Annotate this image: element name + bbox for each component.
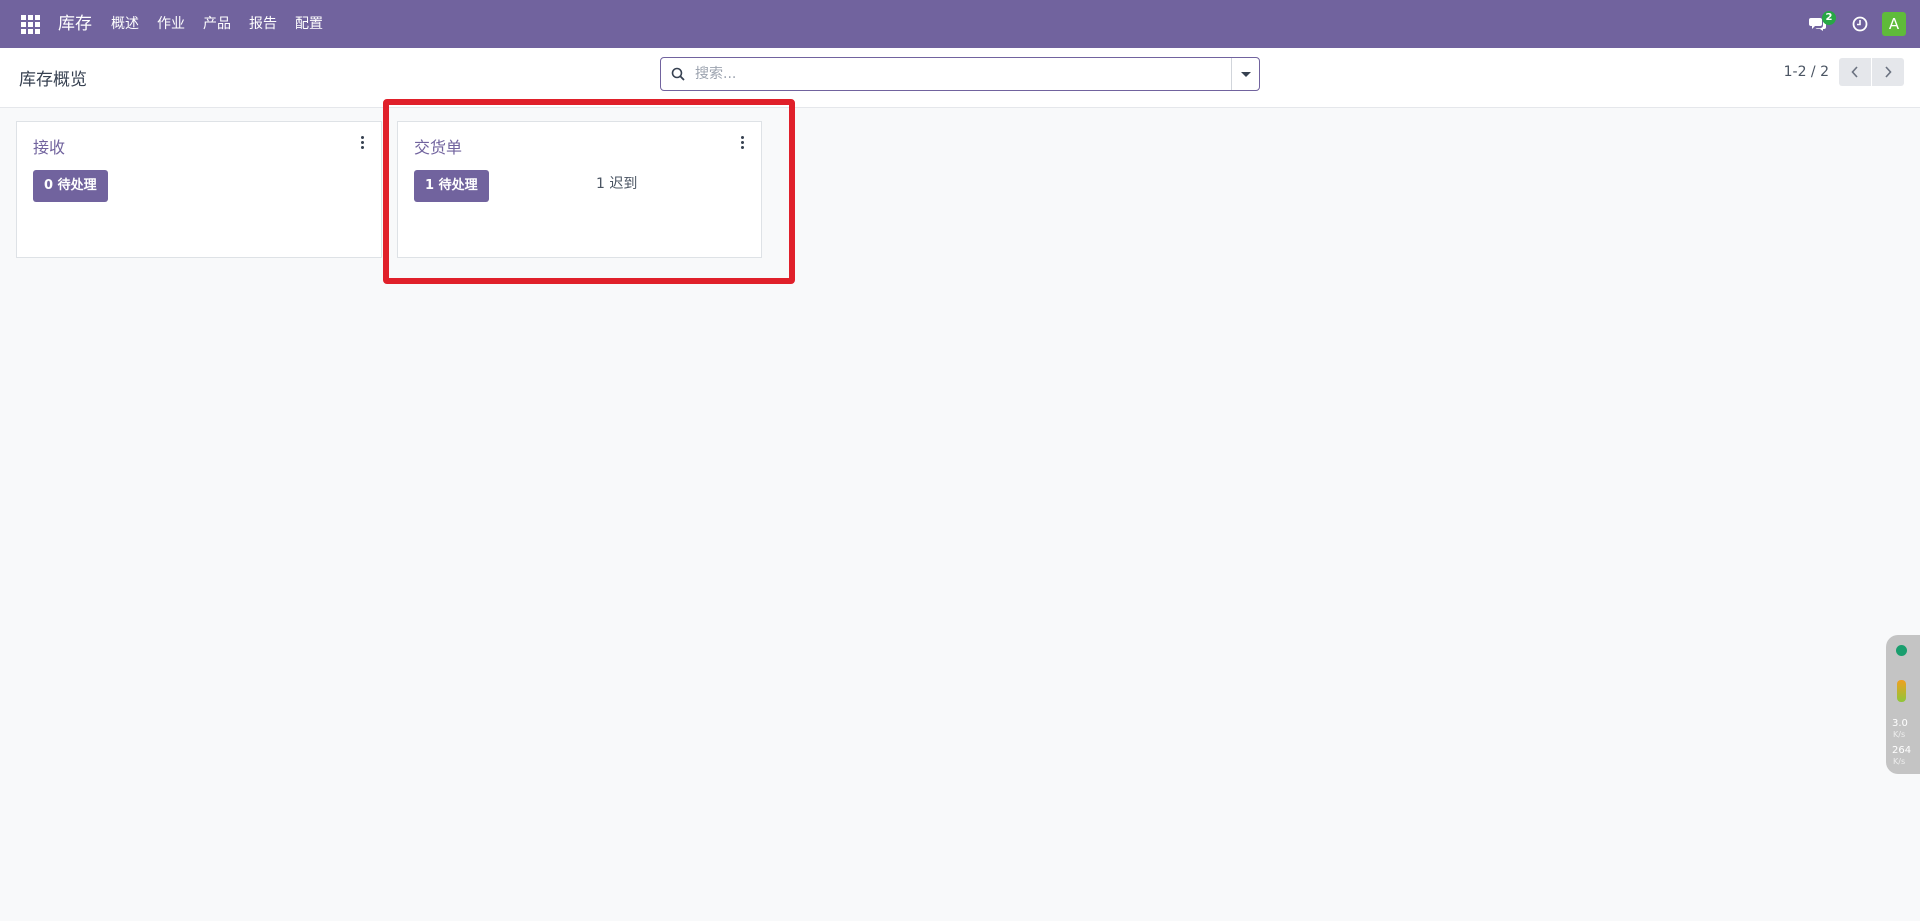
pager: 1-2 / 2 (1784, 58, 1904, 86)
card-menu-icon[interactable] (357, 134, 367, 150)
apps-grid-icon[interactable] (14, 8, 46, 40)
search-box (660, 57, 1260, 91)
upload-unit: K/s (1893, 730, 1906, 739)
clock-icon[interactable] (1846, 10, 1874, 38)
search-input[interactable] (695, 59, 1231, 89)
control-panel: 库存概览 1-2 / 2 (0, 48, 1920, 108)
kanban-card-delivery-orders: 交货单 1 待处理 1 迟到 (397, 121, 762, 258)
chat-icon[interactable]: 2 (1804, 10, 1836, 38)
to-process-button[interactable]: 0 待处理 (33, 170, 108, 202)
search-options-toggle[interactable] (1231, 58, 1259, 90)
usage-bar (1897, 680, 1906, 702)
menu-item-overview[interactable]: 概述 (102, 0, 148, 48)
page-title: 库存概览 (19, 70, 87, 90)
menu-item-configuration[interactable]: 配置 (286, 0, 332, 48)
card-menu-icon[interactable] (737, 134, 747, 150)
pager-next-button[interactable] (1872, 58, 1904, 86)
download-rate: 264 (1892, 745, 1912, 756)
user-avatar[interactable]: A (1882, 12, 1906, 36)
caret-down-icon (1240, 71, 1251, 77)
card-title[interactable]: 接收 (33, 134, 65, 158)
app-name[interactable]: 库存 (50, 0, 102, 48)
navbar-systray: 2 A (1804, 0, 1906, 48)
menu-item-reporting[interactable]: 报告 (240, 0, 286, 48)
card-title[interactable]: 交货单 (414, 134, 462, 158)
kanban-card-receipts: 接收 0 待处理 (16, 121, 382, 258)
network-speed-widget[interactable]: 3.0 K/s 264 K/s (1886, 635, 1920, 774)
pager-value[interactable]: 1-2 / 2 (1784, 64, 1829, 80)
to-process-button[interactable]: 1 待处理 (414, 170, 489, 202)
chevron-left-icon (1851, 66, 1858, 78)
search-icon (661, 58, 695, 90)
chevron-right-icon (1885, 66, 1892, 78)
top-navbar: 库存 概述 作业 产品 报告 配置 2 A (0, 0, 1920, 48)
menu-item-operations[interactable]: 作业 (148, 0, 194, 48)
status-dot (1896, 645, 1907, 656)
menu-item-products[interactable]: 产品 (194, 0, 240, 48)
upload-rate: 3.0 (1892, 718, 1908, 729)
late-link[interactable]: 1 迟到 (596, 173, 637, 193)
chat-count-badge: 2 (1822, 11, 1836, 25)
download-unit: K/s (1893, 757, 1906, 766)
pager-previous-button[interactable] (1839, 58, 1871, 86)
